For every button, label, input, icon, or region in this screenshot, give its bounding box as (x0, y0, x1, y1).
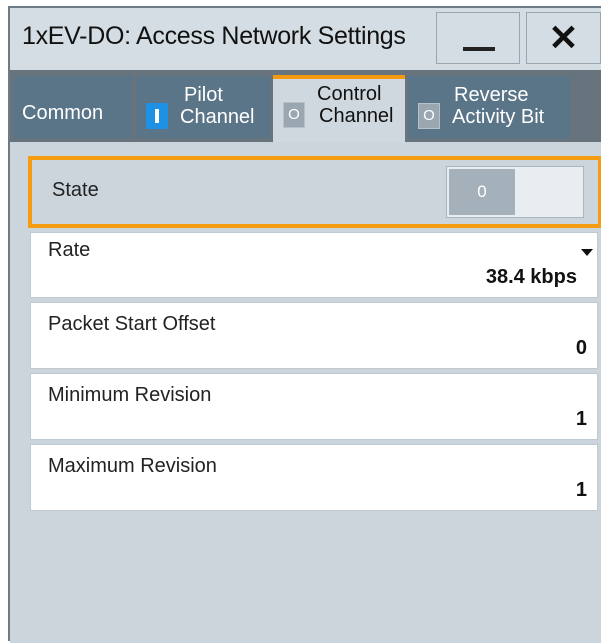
tab-label: Common (22, 102, 104, 124)
tab-strip: Common Pilot Channel O Control Channel O… (10, 70, 601, 142)
minimum-revision-field[interactable]: Minimum Revision 1 (30, 373, 598, 440)
close-button[interactable]: ✕ (526, 12, 601, 64)
dropdown-arrow-icon (581, 249, 593, 256)
minimum-revision-label: Minimum Revision (48, 384, 212, 406)
tab-label: Control (317, 83, 382, 105)
rate-label: Rate (48, 239, 91, 261)
settings-panel: State 0 Rate 38.4 kbps Packet Start Offs… (10, 142, 601, 643)
packet-start-offset-field[interactable]: Packet Start Offset 0 (30, 302, 598, 369)
rate-value: 38.4 kbps (485, 266, 577, 288)
tab-label: Channel (319, 105, 394, 127)
state-label: State (52, 179, 99, 201)
minimize-icon (463, 47, 495, 51)
tab-label: Reverse (454, 84, 529, 106)
tab-common[interactable]: Common (14, 76, 132, 138)
close-icon: ✕ (548, 17, 579, 58)
maximum-revision-value: 1 (575, 479, 587, 501)
packet-start-offset-value: 0 (575, 337, 587, 359)
state-toggle[interactable]: 0 (446, 166, 584, 218)
rate-field[interactable]: Rate 38.4 kbps (30, 232, 598, 298)
maximum-revision-label: Maximum Revision (48, 455, 217, 477)
tab-label: Channel (180, 106, 255, 128)
toggle-knob: 0 (449, 169, 515, 215)
tab-pilot-channel[interactable]: Pilot Channel (136, 76, 270, 138)
dialog-window: 1xEV-DO: Access Network Settings ✕ Commo… (8, 6, 601, 643)
tab-label: Activity Bit (452, 106, 545, 128)
minimize-button[interactable] (436, 12, 520, 64)
tab-reverse-activity-bit[interactable]: O Reverse Activity Bit (408, 76, 570, 138)
state-row[interactable]: State 0 (28, 156, 601, 228)
window-title: 1xEV-DO: Access Network Settings (22, 22, 406, 50)
tab-control-channel[interactable]: O Control Channel (273, 75, 405, 142)
state-indicator-off-icon: O (418, 103, 440, 129)
maximum-revision-field[interactable]: Maximum Revision 1 (30, 444, 598, 511)
tab-label: Pilot (184, 84, 223, 106)
state-indicator-off-icon: O (283, 102, 305, 128)
title-bar: 1xEV-DO: Access Network Settings ✕ (10, 8, 601, 70)
packet-start-offset-label: Packet Start Offset (48, 313, 216, 335)
minimum-revision-value: 1 (575, 408, 587, 430)
state-indicator-on-icon (146, 103, 168, 129)
